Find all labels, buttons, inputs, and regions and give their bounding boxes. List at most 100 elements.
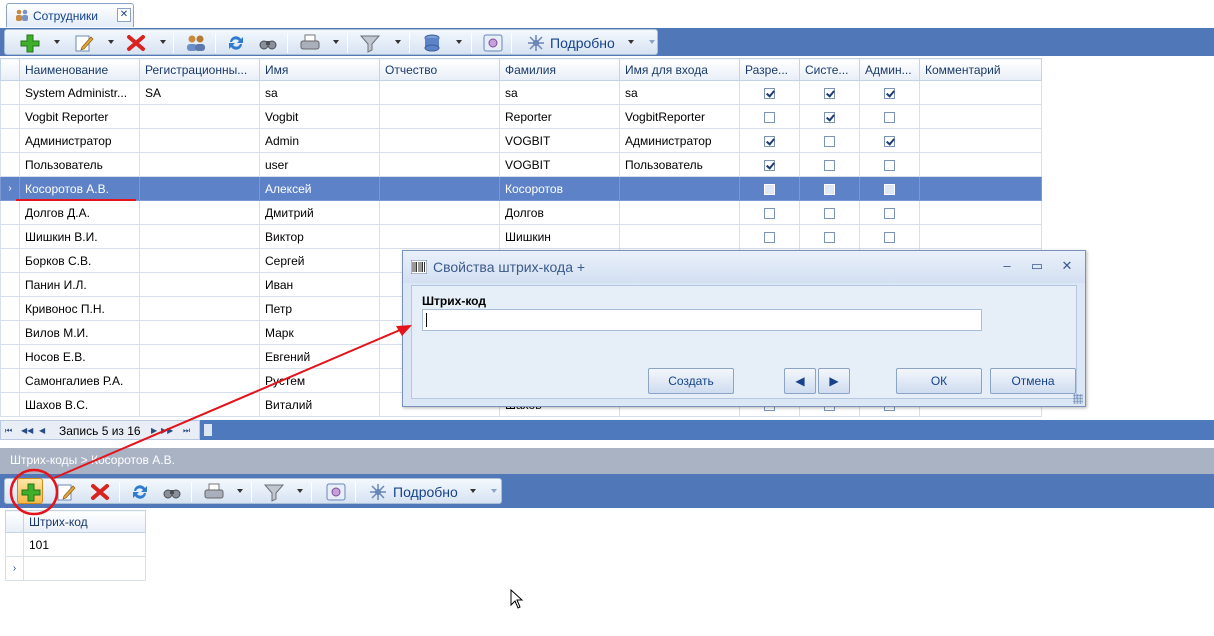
checkbox[interactable] xyxy=(884,231,895,243)
checkbox[interactable] xyxy=(764,183,775,195)
cell-login[interactable]: Администратор xyxy=(619,128,740,153)
details-button-label[interactable]: Подробно xyxy=(550,35,615,51)
cell-name[interactable]: Шишкин В.И. xyxy=(19,224,140,249)
cell-first[interactable]: Иван xyxy=(259,272,380,297)
cell-login[interactable]: VogbitReporter xyxy=(619,104,740,129)
details-icon[interactable] xyxy=(525,33,547,53)
cell-name[interactable]: Долгов Д.А. xyxy=(19,200,140,225)
delete-icon[interactable] xyxy=(125,33,147,53)
filter-icon[interactable] xyxy=(263,482,285,502)
checkbox[interactable] xyxy=(824,111,835,123)
cell-middle[interactable] xyxy=(379,80,500,105)
resize-grip-icon[interactable] xyxy=(1073,394,1083,404)
cell-first[interactable]: sa xyxy=(259,80,380,105)
checkbox[interactable] xyxy=(884,111,895,123)
cell-login[interactable]: Пользователь xyxy=(619,152,740,177)
cell-login[interactable] xyxy=(619,176,740,201)
cell-middle[interactable] xyxy=(379,152,500,177)
cell-middle[interactable] xyxy=(379,128,500,153)
details-button-label[interactable]: Подробно xyxy=(393,484,458,500)
cell-comment[interactable] xyxy=(919,200,1042,225)
cell-reg[interactable] xyxy=(139,152,260,177)
table-row[interactable]: Администратор Admin VOGBIT Администратор xyxy=(0,128,1042,153)
cell-middle[interactable] xyxy=(379,200,500,225)
cell-middle[interactable] xyxy=(379,104,500,129)
checkbox[interactable] xyxy=(884,135,895,147)
filter-icon[interactable] xyxy=(359,33,381,53)
cell-name[interactable]: Носов Е.В. xyxy=(19,344,140,369)
cancel-button[interactable]: Отмена xyxy=(990,368,1076,394)
cell-login[interactable] xyxy=(619,224,740,249)
checkbox[interactable] xyxy=(824,87,835,99)
horizontal-scrollbar[interactable] xyxy=(204,424,212,436)
cell-reg[interactable] xyxy=(139,176,260,201)
cell-last[interactable]: Косоротов xyxy=(499,176,620,201)
cell-login[interactable]: sa xyxy=(619,80,740,105)
cell-name[interactable]: Самонгалиев Р.А. xyxy=(19,368,140,393)
next-button[interactable]: ▶ xyxy=(818,368,850,394)
table-row[interactable]: Шишкин В.И. Виктор Шишкин xyxy=(0,224,1042,249)
first-record-icon[interactable]: ⏮ xyxy=(5,426,12,436)
column-header[interactable]: Отчество xyxy=(379,58,500,81)
cell-name[interactable]: Панин И.Л. xyxy=(19,272,140,297)
cell-name[interactable]: Vogbit Reporter xyxy=(19,104,140,129)
checkbox[interactable] xyxy=(824,231,835,243)
barcode-cell[interactable]: 101 xyxy=(23,532,146,557)
cell-reg[interactable]: SA xyxy=(139,80,260,105)
cell-comment[interactable] xyxy=(919,152,1042,177)
cell-name[interactable]: Администратор xyxy=(19,128,140,153)
cell-last[interactable]: VOGBIT xyxy=(499,152,620,177)
column-header[interactable]: Комментарий xyxy=(919,58,1042,81)
cell-first[interactable]: Рустем xyxy=(259,368,380,393)
cell-first[interactable]: Алексей xyxy=(259,176,380,201)
column-header[interactable]: Имя для входа xyxy=(619,58,740,81)
new-row[interactable]: › xyxy=(5,556,146,581)
print-icon[interactable] xyxy=(299,33,321,53)
barcode-cell[interactable] xyxy=(23,556,146,581)
binoculars-icon[interactable] xyxy=(161,482,183,502)
cell-first[interactable]: Сергей xyxy=(259,248,380,273)
filter-dropdown-icon[interactable] xyxy=(395,40,401,44)
cell-name[interactable]: Борков С.В. xyxy=(19,248,140,273)
close-icon[interactable]: ✕ xyxy=(1059,258,1075,274)
prev-button[interactable]: ◀ xyxy=(784,368,816,394)
checkbox[interactable] xyxy=(824,135,835,147)
column-header[interactable]: Имя xyxy=(259,58,380,81)
cell-comment[interactable] xyxy=(919,104,1042,129)
checkbox[interactable] xyxy=(884,207,895,219)
details-icon[interactable] xyxy=(367,482,389,502)
next-page-icon[interactable]: ▶▶ xyxy=(161,426,173,435)
cell-comment[interactable] xyxy=(919,224,1042,249)
add-icon[interactable] xyxy=(19,33,41,53)
cell-name[interactable]: Кривонос П.Н. xyxy=(19,296,140,321)
column-header[interactable]: Штрих-код xyxy=(23,510,146,533)
edit-icon[interactable] xyxy=(55,482,77,502)
database-icon[interactable] xyxy=(421,33,443,53)
table-row[interactable]: Долгов Д.А. Дмитрий Долгов xyxy=(0,200,1042,225)
next-record-icon[interactable]: ▶ xyxy=(151,426,157,435)
binoculars-icon[interactable] xyxy=(257,33,279,53)
cell-first[interactable]: user xyxy=(259,152,380,177)
cell-comment[interactable] xyxy=(919,128,1042,153)
cell-first[interactable]: Vogbit xyxy=(259,104,380,129)
cell-first[interactable]: Admin xyxy=(259,128,380,153)
checkbox[interactable] xyxy=(824,159,835,171)
tab-employees[interactable]: Сотрудники ✕ xyxy=(6,3,134,27)
cell-reg[interactable] xyxy=(139,128,260,153)
cell-login[interactable] xyxy=(619,200,740,225)
cell-last[interactable]: sa xyxy=(499,80,620,105)
refresh-icon[interactable] xyxy=(225,33,247,53)
settings-icon[interactable] xyxy=(325,482,347,502)
column-header[interactable]: Систе... xyxy=(799,58,860,81)
cell-name[interactable]: Вилов М.И. xyxy=(19,320,140,345)
checkbox[interactable] xyxy=(884,159,895,171)
cell-name[interactable]: Косоротов А.В. xyxy=(19,176,140,201)
table-row[interactable]: 101 xyxy=(5,532,146,557)
column-header[interactable]: Админ... xyxy=(859,58,920,81)
print-icon[interactable] xyxy=(203,482,225,502)
add-icon[interactable] xyxy=(20,482,42,502)
column-header[interactable]: Регистрационны... xyxy=(139,58,260,81)
cell-reg[interactable] xyxy=(139,104,260,129)
cell-last[interactable]: Шишкин xyxy=(499,224,620,249)
print-dropdown-icon[interactable] xyxy=(333,40,339,44)
